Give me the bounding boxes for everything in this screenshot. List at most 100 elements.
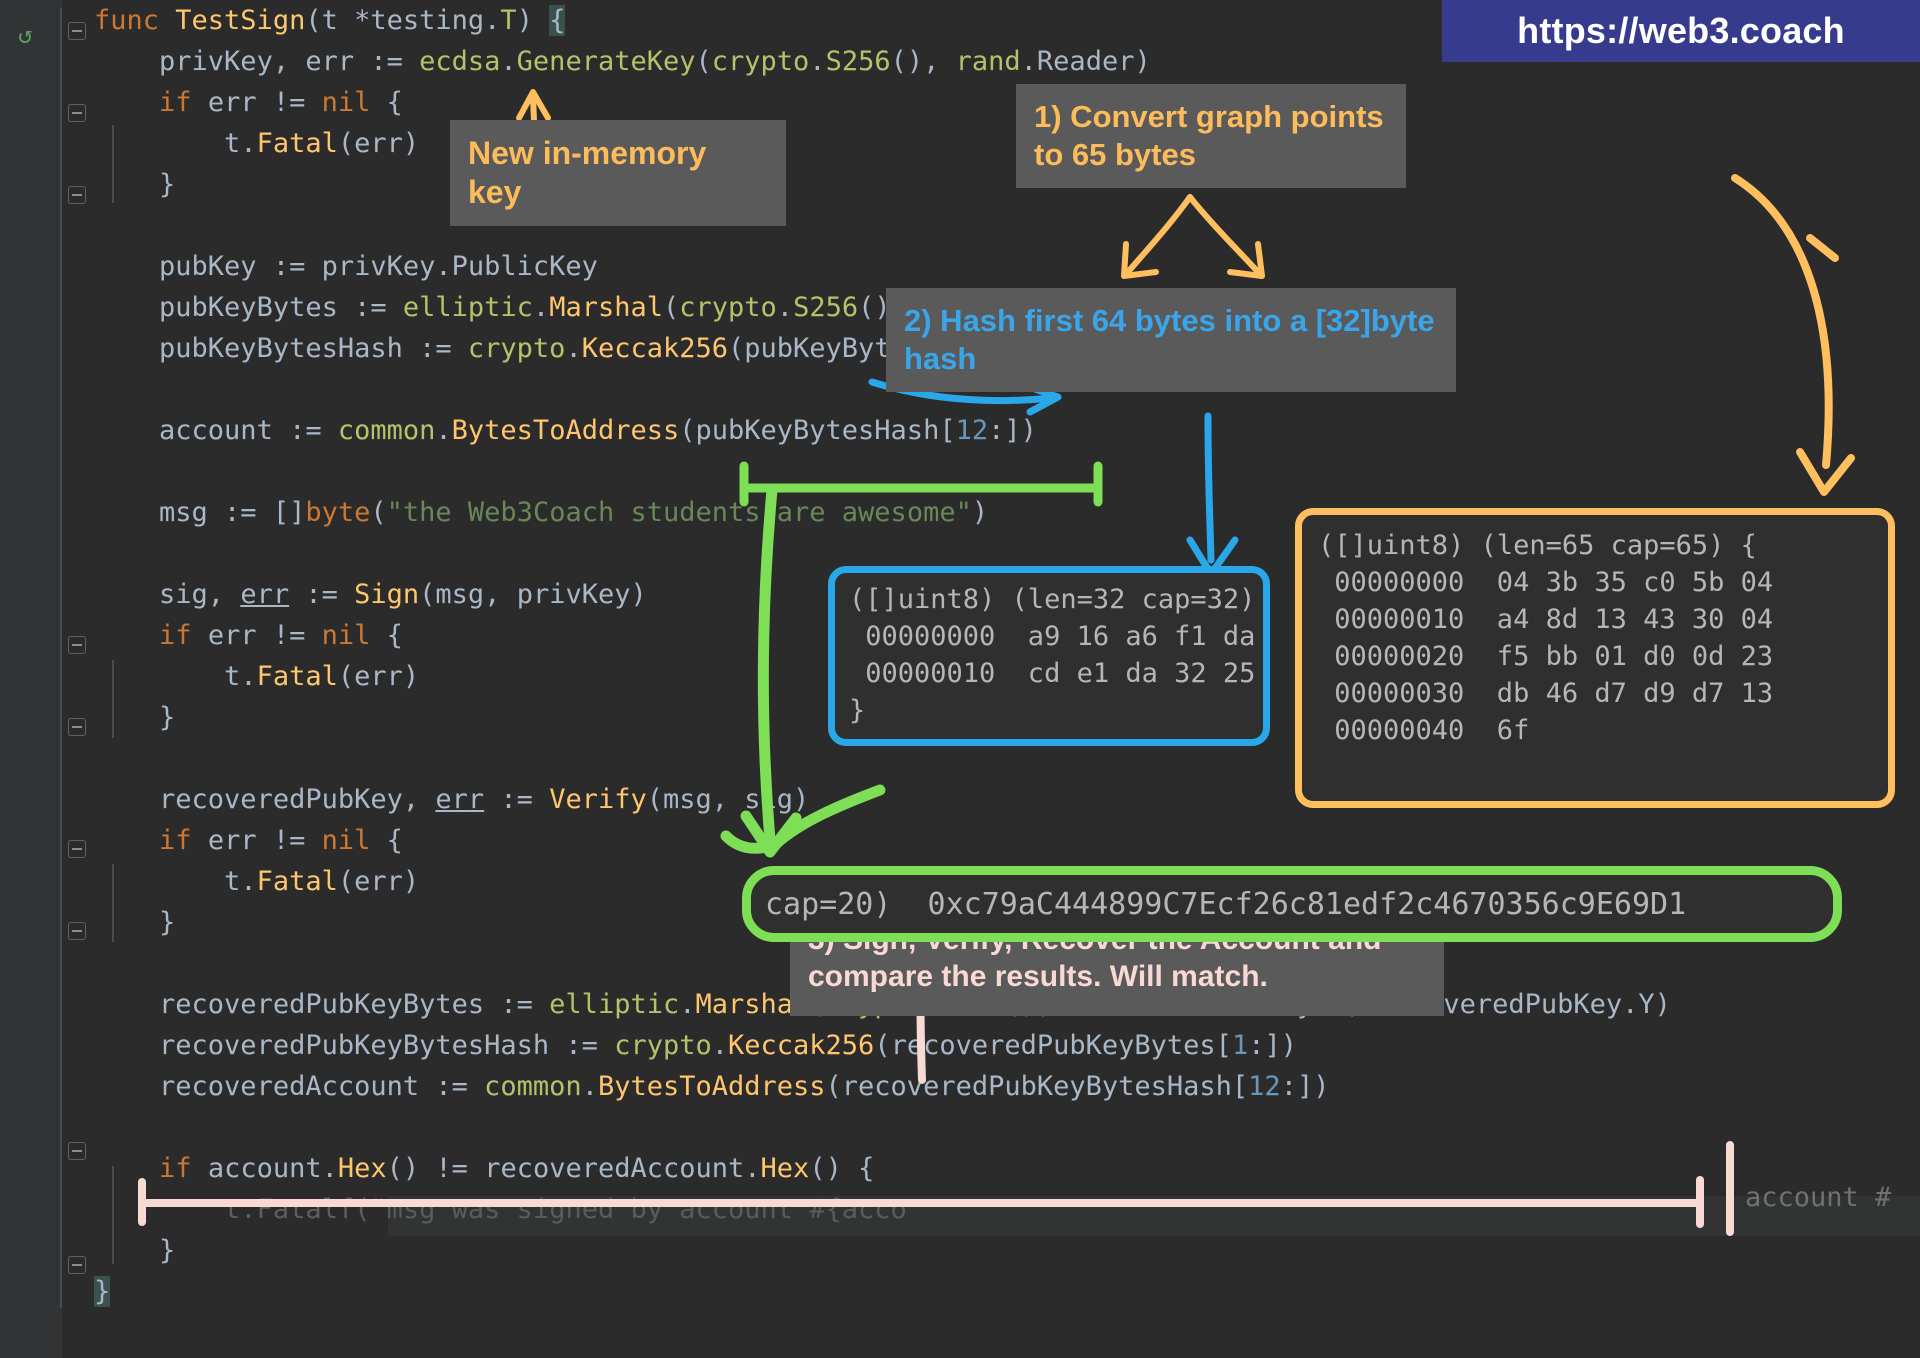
code-token: crypto [679,292,777,323]
code-token: { [370,620,403,651]
code-token: . [484,5,500,36]
code-token: :]) [1281,1071,1330,1102]
code-token: } [94,1276,110,1307]
code-token: err != [208,87,322,118]
site-url-text: https://web3.coach [1517,10,1845,52]
code-token: . [533,292,549,323]
code-token: := [289,579,354,610]
code-token: if [159,87,208,118]
code-token: . [565,333,581,364]
code-token: func [94,5,175,36]
arrow-step1-to-dump [1735,178,1851,492]
code-fold-icon[interactable] [68,186,86,204]
code-line: t.Fatal(err) [94,123,1671,164]
code-token: TestSign [175,5,305,36]
code-fold-icon[interactable] [68,636,86,654]
code-token: Marshal [549,292,663,323]
run-test-icon[interactable]: ↺ [18,22,44,48]
code-token: t [224,1194,240,1225]
code-line: } [94,1271,1671,1312]
code-token: ( [663,292,679,323]
code-line: privKey, err := ecdsa.GenerateKey(crypto… [94,41,1671,82]
code-token: err [435,784,484,815]
code-token: if [159,1153,208,1184]
fatalf-line-highlight [388,1196,1920,1236]
code-token: . [744,1153,760,1184]
code-token: crypto [468,333,566,364]
code-token: . [582,1071,598,1102]
code-fold-icon[interactable] [68,104,86,122]
code-token: if [159,620,208,651]
code-line: account := common.BytesToAddress(pubKeyB… [94,410,1671,451]
code-token: 12 [956,415,989,446]
code-token: (err) [338,128,419,159]
code-token: (pubKeyBytesHash[ [679,415,955,446]
code-token: ( [305,5,321,36]
code-line: if account.Hex() != recoveredAccount.Hex… [94,1148,1671,1189]
code-token: err [240,579,289,610]
code-token: pubKey := privKey [159,251,435,282]
code-line [94,1107,1671,1148]
code-token: ( [370,497,386,528]
code-token: Verify [549,784,647,815]
code-line: if err != nil { [94,82,1671,123]
code-token: ) [517,5,550,36]
code-token: . [500,46,516,77]
code-token: ( [695,46,711,77]
code-token: err != [208,825,322,856]
code-token: "the Web3Coach students are awesome" [387,497,972,528]
code-token: crypto [712,46,810,77]
code-token: { [370,825,403,856]
screenshot-root: ↺ func TestSign(t *testing.T) { privKey,… [0,0,1920,1358]
code-token: { [370,87,403,118]
site-url-banner[interactable]: https://web3.coach [1442,0,1920,62]
code-token: () != recoveredAccount [387,1153,745,1184]
code-token: 12 [1248,1071,1281,1102]
code-fold-icon[interactable] [68,922,86,940]
code-token: recoveredPubKeyBytes := [159,989,549,1020]
code-token: Keccak256 [582,333,728,364]
code-fold-icon[interactable] [68,840,86,858]
code-token: pubKeyBytesHash := [159,333,468,364]
code-token: t [224,866,240,897]
code-token: } [159,702,175,733]
code-token: Fatal [257,866,338,897]
code-token: byte [305,497,370,528]
code-token: . [712,1030,728,1061]
code-token: Hex [761,1153,810,1184]
code-token: PublicKey [452,251,598,282]
code-token: if [159,825,208,856]
code-fold-icon[interactable] [68,1142,86,1160]
code-token: := [484,784,549,815]
code-token: msg := [] [159,497,305,528]
code-token: recoveredPubKeyBytesHash := [159,1030,614,1061]
code-token: . [1021,46,1037,77]
code-fold-icon[interactable] [68,1256,86,1274]
editor-gutter[interactable] [0,0,62,1358]
code-line: } [94,164,1671,205]
code-token: (msg, privKey) [419,579,647,610]
code-fold-icon[interactable] [68,718,86,736]
code-token: Fatalf [257,1194,355,1225]
code-token: Sign [354,579,419,610]
code-token: Fatal [257,661,338,692]
code-token: elliptic [549,989,679,1020]
code-token: . [679,989,695,1020]
code-token: . [435,251,451,282]
code-token: :]) [1248,1030,1297,1061]
code-fold-icon[interactable] [68,22,86,40]
code-token: elliptic [403,292,533,323]
code-token: } [159,1235,175,1266]
code-token: 1 [1232,1030,1248,1061]
code-token: () { [809,1153,874,1184]
debug-popup-pubkey-bytes: ([]uint8) (len=65 cap=65) { 00000000 04 … [1295,508,1895,808]
code-token: (err) [338,661,419,692]
code-line: func TestSign(t *testing.T) { [94,0,1671,41]
code-line: recoveredPubKeyBytesHash := crypto.Kecca… [94,1025,1671,1066]
code-line: pubKey := privKey.PublicKey [94,246,1671,287]
code-token: account := [159,415,338,446]
debug-popup-pubkey-hash: ([]uint8) (len=32 cap=32) { 00000000 a9 … [828,566,1270,746]
code-line [94,451,1671,492]
annotation-callout-step-1: 1) Convert graph points to 65 bytes [1016,84,1406,188]
code-token: Keccak256 [728,1030,874,1061]
